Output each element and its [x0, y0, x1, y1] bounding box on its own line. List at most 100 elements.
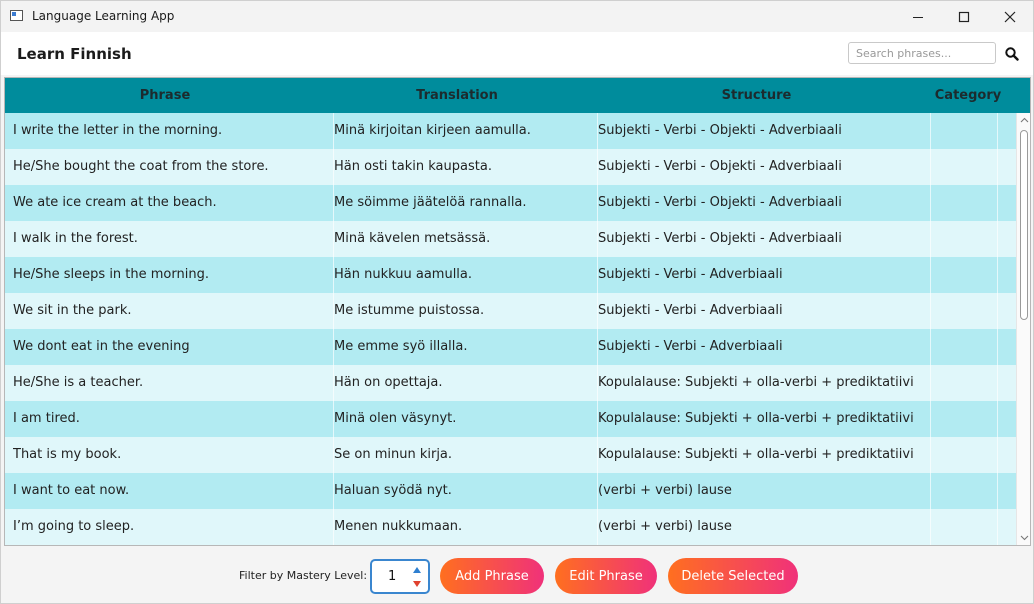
cell-structure[interactable]: Subjekti - Verbi - Objekti - Adverbiaali — [598, 221, 928, 257]
vertical-scrollbar[interactable] — [1016, 113, 1030, 545]
cell-structure[interactable]: Subjekti - Verbi - Adverbiaali — [598, 293, 928, 329]
cell-category[interactable] — [931, 473, 997, 509]
cell-divider — [997, 401, 998, 437]
cell-category[interactable] — [931, 185, 997, 221]
cell-structure[interactable]: (verbi + verbi) lause — [598, 473, 928, 509]
cell-category[interactable] — [931, 401, 997, 437]
cell-category[interactable] — [931, 221, 997, 257]
phrases-table: Phrase Translation Structure Category I … — [4, 77, 1031, 546]
cell-divider — [997, 329, 998, 365]
cell-phrase[interactable]: We sit in the park. — [13, 293, 325, 329]
cell-translation[interactable]: Hän osti takin kaupasta. — [334, 149, 589, 185]
cell-translation[interactable]: Hän nukkuu aamulla. — [334, 257, 589, 293]
column-header-category[interactable]: Category — [923, 78, 1013, 113]
cell-category[interactable] — [931, 509, 997, 545]
cell-structure[interactable]: (verbi + verbi) lause — [598, 509, 928, 545]
cell-category[interactable] — [931, 113, 997, 149]
cell-divider — [997, 365, 998, 401]
table-row[interactable]: That is my book. Se on minun kirja. Kopula… — [5, 437, 1016, 473]
cell-structure[interactable]: Subjekti - Verbi - Adverbiaali — [598, 257, 928, 293]
cell-divider — [997, 473, 998, 509]
cell-structure[interactable]: Subjekti - Verbi - Adverbiaali — [598, 329, 928, 365]
column-header-translation[interactable]: Translation — [326, 78, 588, 113]
cell-phrase[interactable]: I am tired. — [13, 401, 325, 437]
cell-translation[interactable]: Minä kirjoitan kirjeen aamulla. — [334, 113, 589, 149]
scrollbar-thumb[interactable] — [1020, 130, 1028, 320]
cell-structure[interactable]: Subjekti - Verbi - Objekti - Adverbiaali — [598, 185, 928, 221]
maximize-button[interactable] — [941, 1, 987, 32]
cell-category[interactable] — [931, 293, 997, 329]
cell-phrase[interactable]: I write the letter in the morning. — [13, 113, 325, 149]
cell-category[interactable] — [931, 437, 997, 473]
table-row[interactable]: He/She sleeps in the morning. Hän nukkuu … — [5, 257, 1016, 293]
cell-category[interactable] — [931, 149, 997, 185]
cell-phrase[interactable]: I walk in the forest. — [13, 221, 325, 257]
window-title: Language Learning App — [32, 9, 175, 23]
cell-divider — [997, 257, 998, 293]
cell-structure[interactable]: Subjekti - Verbi - Objekti - Adverbiaali — [598, 149, 928, 185]
cell-translation[interactable]: Menen nukkumaan. — [334, 509, 589, 545]
minimize-icon — [913, 16, 923, 18]
cell-translation[interactable]: Minä kävelen metsässä. — [334, 221, 589, 257]
maximize-icon — [958, 11, 970, 22]
table-row[interactable]: We sit in the park. Me istumme puistossa.… — [5, 293, 1016, 329]
delete-selected-button[interactable]: Delete Selected — [668, 558, 798, 594]
cell-structure[interactable]: Kopulalause: Subjekti + olla-verbi + pre… — [598, 401, 928, 437]
table-row[interactable]: I walk in the forest. Minä kävelen metsäs… — [5, 221, 1016, 257]
cell-phrase[interactable]: He/She is a teacher. — [13, 365, 325, 401]
cell-phrase[interactable]: We dont eat in the evening — [13, 329, 325, 365]
search-icon[interactable] — [1004, 46, 1020, 62]
cell-structure[interactable]: Subjekti - Verbi - Objekti - Adverbiaali — [598, 113, 928, 149]
cell-divider — [997, 149, 998, 185]
chevron-up-icon[interactable] — [1020, 116, 1029, 125]
cell-phrase[interactable]: That is my book. — [13, 437, 325, 473]
cell-structure[interactable]: Kopulalause: Subjekti + olla-verbi + pre… — [598, 365, 928, 401]
cell-translation[interactable]: Me istumme puistossa. — [334, 293, 589, 329]
cell-phrase[interactable]: We ate ice cream at the beach. — [13, 185, 325, 221]
app-header: Learn Finnish — [1, 32, 1033, 75]
close-button[interactable] — [987, 1, 1033, 32]
cell-category[interactable] — [931, 365, 997, 401]
cell-divider — [997, 185, 998, 221]
cell-translation[interactable]: Hän on opettaja. — [334, 365, 589, 401]
page-title: Learn Finnish — [17, 45, 132, 63]
search-input[interactable] — [848, 42, 996, 64]
mastery-level-spinner[interactable]: 1 — [370, 559, 430, 594]
cell-translation[interactable]: Me söimme jäätelöä rannalla. — [334, 185, 589, 221]
table-row[interactable]: I write the letter in the morning. Minä k… — [5, 113, 1016, 149]
spinner-up-icon[interactable] — [412, 566, 422, 574]
cell-divider — [997, 221, 998, 257]
cell-divider — [997, 437, 998, 473]
table-body: I write the letter in the morning. Minä k… — [5, 113, 1016, 545]
cell-translation[interactable]: Haluan syödä nyt. — [334, 473, 589, 509]
table-row[interactable]: I am tired. Minä olen väsynyt. Kopulalause… — [5, 401, 1016, 437]
cell-category[interactable] — [931, 257, 997, 293]
cell-translation[interactable]: Se on minun kirja. — [334, 437, 589, 473]
column-header-structure[interactable]: Structure — [590, 78, 923, 113]
mastery-level-value[interactable]: 1 — [388, 569, 396, 584]
cell-category[interactable] — [931, 329, 997, 365]
column-header-phrase[interactable]: Phrase — [5, 78, 325, 113]
add-phrase-button[interactable]: Add Phrase — [440, 558, 544, 594]
app-window: Language Learning App Learn Finnish Phra… — [0, 0, 1034, 604]
cell-divider — [997, 113, 998, 149]
cell-translation[interactable]: Minä olen väsynyt. — [334, 401, 589, 437]
edit-phrase-button[interactable]: Edit Phrase — [555, 558, 657, 594]
minimize-button[interactable] — [895, 1, 941, 32]
cell-phrase[interactable]: He/She sleeps in the morning. — [13, 257, 325, 293]
table-row[interactable]: He/She is a teacher. Hän on opettaja. Kopu… — [5, 365, 1016, 401]
table-row[interactable]: He/She bought the coat from the store. Hä… — [5, 149, 1016, 185]
table-row[interactable]: We ate ice cream at the beach. Me söimme … — [5, 185, 1016, 221]
table-row[interactable]: I’m going to sleep. Menen nukkumaan. (verb… — [5, 509, 1016, 545]
spinner-down-icon[interactable] — [412, 580, 422, 588]
cell-divider — [997, 293, 998, 329]
cell-phrase[interactable]: He/She bought the coat from the store. — [13, 149, 325, 185]
cell-phrase[interactable]: I want to eat now. — [13, 473, 325, 509]
table-row[interactable]: We dont eat in the evening Me emme syö il… — [5, 329, 1016, 365]
cell-structure[interactable]: Kopulalause: Subjekti + olla-verbi + pre… — [598, 437, 928, 473]
cell-phrase[interactable]: I’m going to sleep. — [13, 509, 325, 545]
chevron-down-icon[interactable] — [1020, 533, 1029, 542]
cell-translation[interactable]: Me emme syö illalla. — [334, 329, 589, 365]
close-icon — [1004, 11, 1016, 22]
table-row[interactable]: I want to eat now. Haluan syödä nyt. (verb… — [5, 473, 1016, 509]
